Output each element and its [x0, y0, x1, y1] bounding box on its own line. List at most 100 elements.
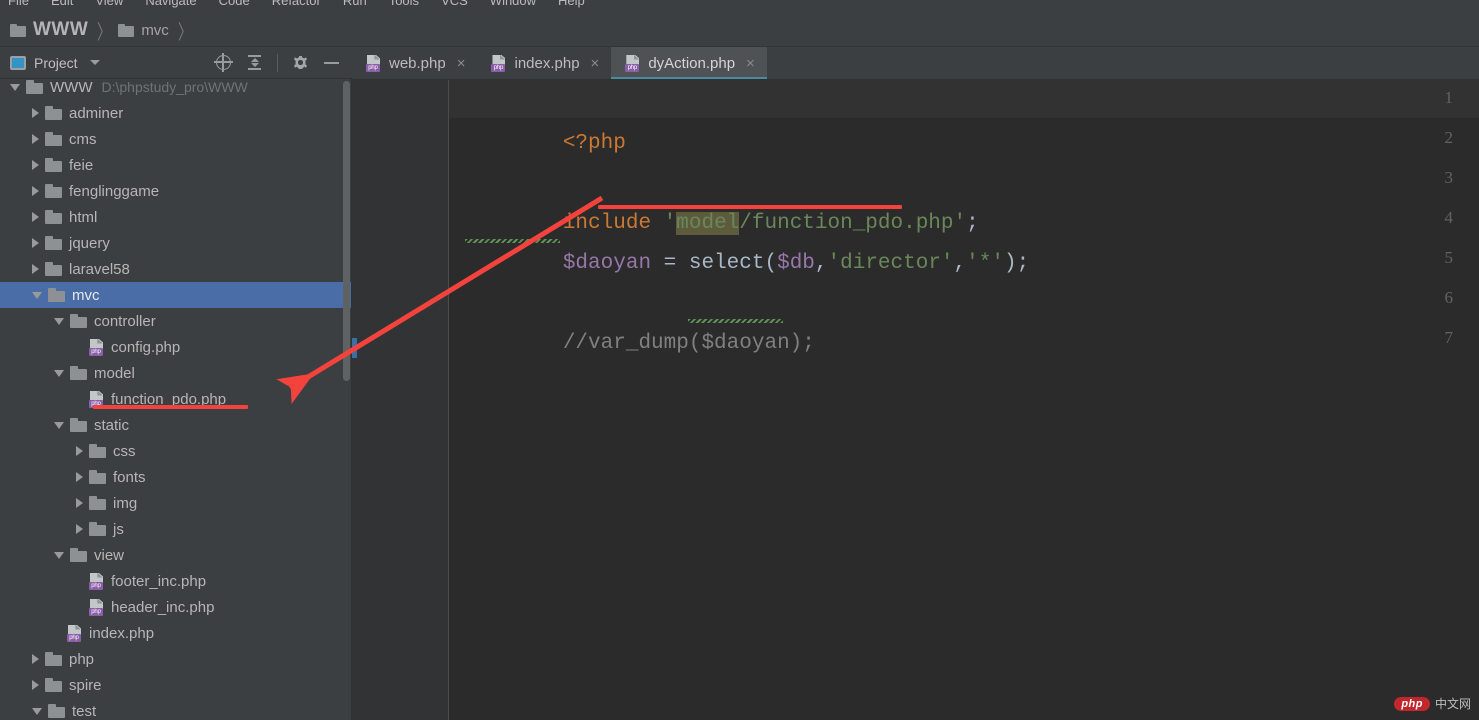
tree-toggle-arrow-icon[interactable]: [32, 291, 42, 299]
menu-item-vcs[interactable]: VCS: [441, 0, 468, 14]
collapse-all-icon[interactable]: [246, 54, 263, 71]
tree-toggle-arrow-icon[interactable]: [32, 264, 39, 274]
tree-toggle-arrow-icon[interactable]: [76, 472, 83, 482]
tab-close-icon[interactable]: ×: [591, 56, 600, 71]
php-file-icon: php: [491, 54, 507, 72]
project-title-button[interactable]: Project: [0, 55, 100, 71]
chevron-down-icon[interactable]: [89, 60, 100, 65]
tree-toggle-arrow-icon[interactable]: [32, 654, 39, 664]
tree-toggle-arrow-icon[interactable]: [32, 680, 39, 690]
menu-item-navigate[interactable]: Navigate: [145, 0, 196, 14]
toolbar-divider: [277, 53, 278, 72]
editor-tab-index-php[interactable]: php index.php ×: [477, 47, 612, 79]
breadcrumb-item-www[interactable]: WWW 〉: [10, 14, 118, 46]
code-variable-db: $db: [777, 252, 815, 275]
code-assign: =: [651, 252, 689, 275]
gutter-divider: [448, 80, 449, 720]
tree-item-label: laravel58: [69, 260, 130, 278]
folder-icon: [45, 158, 62, 172]
php-file-icon: php: [366, 54, 382, 72]
menu-item-file[interactable]: File: [8, 0, 29, 14]
folder-icon: [45, 236, 62, 250]
php-file-icon: php: [67, 624, 83, 642]
tree-item-www[interactable]: WWW D:\phpstudy_pro\WWW: [0, 79, 352, 100]
tree-item-label: test: [72, 702, 97, 720]
tab-close-icon[interactable]: ×: [457, 56, 466, 71]
project-tree[interactable]: WWW D:\phpstudy_pro\WWW adminer cms feie feng…: [0, 79, 352, 720]
folder-icon: [70, 418, 87, 432]
tree-item-model[interactable]: model: [0, 360, 352, 386]
select-opened-file-icon[interactable]: [214, 53, 233, 72]
tree-toggle-arrow-icon[interactable]: [54, 421, 64, 429]
tree-item-index-php[interactable]: php index.php: [0, 620, 352, 646]
tree-item-js[interactable]: js: [0, 516, 352, 542]
tree-toggle-arrow-icon[interactable]: [32, 160, 39, 170]
menu-item-view[interactable]: View: [95, 0, 123, 14]
tree-item-label: model: [94, 364, 135, 382]
tree-toggle-arrow-icon[interactable]: [10, 83, 20, 91]
menu-item-edit[interactable]: Edit: [51, 0, 73, 14]
tree-item-spire[interactable]: spire: [0, 672, 352, 698]
gutter-change-marker: [352, 338, 357, 358]
menu-item-window[interactable]: Window: [490, 0, 536, 14]
code-editor[interactable]: 1 2 3 4 5 6 7 <?php include 'model/function_pd…: [352, 80, 1479, 720]
tree-toggle-arrow-icon[interactable]: [32, 134, 39, 144]
tree-toggle-arrow-icon[interactable]: [76, 524, 83, 534]
tree-item-fonts[interactable]: fonts: [0, 464, 352, 490]
tree-item-static[interactable]: static: [0, 412, 352, 438]
tree-item-view[interactable]: view: [0, 542, 352, 568]
folder-icon: [10, 23, 26, 37]
tree-toggle-arrow-icon[interactable]: [54, 551, 64, 559]
code-paren-close: ): [1003, 252, 1017, 275]
breadcrumb-item-mvc[interactable]: mvc 〉: [118, 14, 199, 46]
gutter-line-number: 7: [1444, 328, 1454, 347]
editor-gutter[interactable]: [352, 80, 448, 720]
tree-toggle-arrow-icon[interactable]: [76, 498, 83, 508]
gutter-line-number: 2: [1444, 128, 1454, 147]
tree-item-header_inc-php[interactable]: php header_inc.php: [0, 594, 352, 620]
tree-item-label: spire: [69, 676, 102, 694]
menu-item-code[interactable]: Code: [219, 0, 250, 14]
tab-close-icon[interactable]: ×: [746, 56, 755, 71]
tree-item-mvc[interactable]: mvc: [0, 282, 352, 308]
tree-item-footer_inc-php[interactable]: php footer_inc.php: [0, 568, 352, 594]
tree-item-config-php[interactable]: php config.php: [0, 334, 352, 360]
breadcrumb-separator-icon: 〉: [97, 21, 112, 44]
tree-toggle-arrow-icon[interactable]: [32, 212, 39, 222]
code-content[interactable]: <?php include 'model/function_pdo.php'; …: [462, 80, 1029, 480]
tree-item-html[interactable]: html: [0, 204, 352, 230]
tree-item-feie[interactable]: feie: [0, 152, 352, 178]
tree-item-laravel58[interactable]: laravel58: [0, 256, 352, 282]
tree-toggle-arrow-icon[interactable]: [32, 108, 39, 118]
tree-toggle-arrow-icon[interactable]: [32, 186, 39, 196]
tree-item-css[interactable]: css: [0, 438, 352, 464]
tree-item-controller[interactable]: controller: [0, 308, 352, 334]
ide-window: File Edit View Navigate Code Refactor Run Tools…: [0, 0, 1479, 720]
editor-tab-web-php[interactable]: php web.php ×: [352, 47, 478, 79]
tree-item-fenglinggame[interactable]: fenglinggame: [0, 178, 352, 204]
code-semicolon-2: ;: [1016, 252, 1030, 275]
tree-toggle-arrow-icon[interactable]: [54, 369, 64, 377]
tree-item-jquery[interactable]: jquery: [0, 230, 352, 256]
project-title-label: Project: [34, 54, 78, 71]
menu-item-refactor[interactable]: Refactor: [272, 0, 321, 14]
tree-toggle-arrow-icon[interactable]: [32, 238, 39, 248]
spellcheck-squiggle: [465, 239, 560, 243]
editor-tab-dyaction-php[interactable]: php dyAction.php ×: [611, 47, 767, 79]
tree-item-php[interactable]: php: [0, 646, 352, 672]
tree-item-cms[interactable]: cms: [0, 126, 352, 152]
gutter-line-number: 6: [1444, 288, 1454, 307]
tree-toggle-arrow-icon[interactable]: [54, 317, 64, 325]
menu-item-tools[interactable]: Tools: [389, 0, 419, 14]
menu-item-run[interactable]: Run: [343, 0, 367, 14]
tree-item-adminer[interactable]: adminer: [0, 100, 352, 126]
tree-item-img[interactable]: img: [0, 490, 352, 516]
menu-item-help[interactable]: Help: [558, 0, 585, 14]
tree-toggle-arrow-icon[interactable]: [32, 707, 42, 715]
tree-scrollbar[interactable]: [343, 81, 350, 381]
folder-icon: [45, 184, 62, 198]
settings-gear-icon[interactable]: [292, 54, 309, 71]
tree-item-test[interactable]: test: [0, 698, 352, 720]
hide-icon[interactable]: [323, 54, 340, 71]
tree-toggle-arrow-icon[interactable]: [76, 446, 83, 456]
